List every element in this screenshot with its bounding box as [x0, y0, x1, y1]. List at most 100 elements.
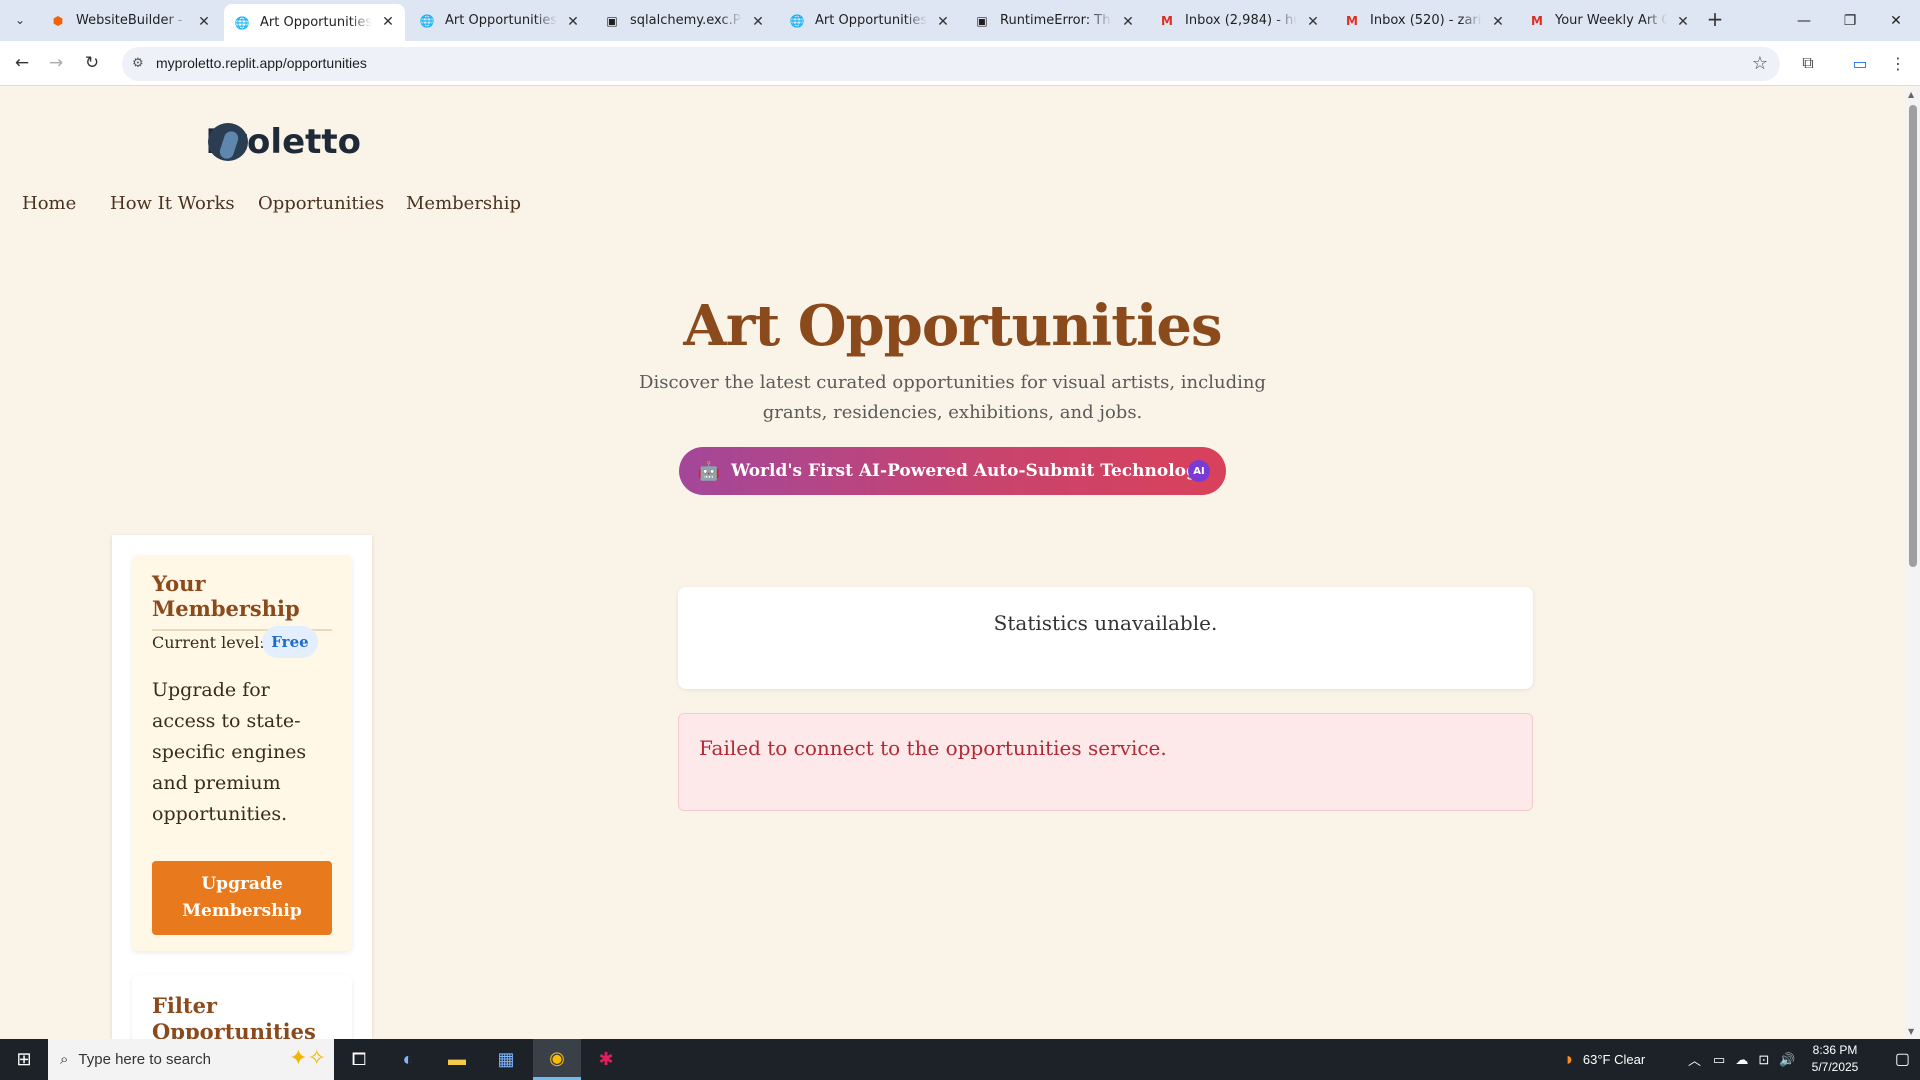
windows-taskbar: ⊞ ⌕ Type here to search ✦✧ ⧠ ◐ ▬ ▦ ◉ ✱ ◗… [0, 1039, 1920, 1080]
nav-opportunities[interactable]: Opportunities [258, 193, 384, 214]
notification-icon[interactable]: ▢ [1895, 1049, 1910, 1069]
chrome-icon[interactable]: ◉ [533, 1039, 581, 1080]
menu-kebab-icon[interactable]: ⋮ [1886, 51, 1910, 75]
current-level-label: Current level: [152, 633, 265, 652]
close-tab-icon[interactable]: ✕ [379, 13, 397, 31]
site-info-icon[interactable]: ⚙ [132, 56, 148, 72]
browser-tab[interactable]: M Inbox (2,984) - huztle ✕ [1149, 4, 1330, 37]
web-page: Proletto Home How It Works Opportunities… [0, 87, 1905, 1039]
store-icon[interactable]: ▦ [482, 1039, 530, 1080]
copilot-icon[interactable]: ◐ [384, 1039, 432, 1080]
close-tab-icon[interactable]: ✕ [749, 13, 767, 31]
tab-title: WebsiteBuilder - Replit [76, 13, 188, 28]
statistics-card: Statistics unavailable. [678, 587, 1533, 689]
bookmark-star-icon[interactable]: ☆ [1752, 53, 1768, 74]
clock-date: 5/7/2025 [1811, 1060, 1859, 1074]
browser-tab[interactable]: M Inbox (520) - zarifbra ✕ [1334, 4, 1515, 37]
globe-icon: 🌐 [789, 13, 805, 28]
nav-home[interactable]: Home [22, 193, 76, 214]
file-explorer-icon[interactable]: ▬ [433, 1039, 481, 1080]
browser-tab[interactable]: ⬢ WebsiteBuilder - Replit ✕ [40, 4, 221, 37]
volume-icon[interactable]: 🔊 [1779, 1052, 1795, 1068]
gmail-icon: M [1531, 13, 1543, 28]
nav-how-it-works[interactable]: How It Works [110, 193, 235, 214]
tab-title: Your Weekly Art Opportunities [1555, 13, 1667, 28]
clock[interactable]: 8:36 PM 5/7/2025 [1800, 1042, 1870, 1076]
ai-banner-text: World's First AI-Powered Auto-Submit Tec… [731, 461, 1208, 481]
robot-icon: 🤖 [697, 460, 721, 482]
windows-start-icon[interactable]: ⊞ [0, 1039, 48, 1080]
close-tab-icon[interactable]: ✕ [1674, 13, 1692, 31]
restore-icon[interactable]: ❐ [1827, 0, 1873, 41]
membership-title: Your Membership [152, 571, 332, 631]
scroll-up-arrow-icon[interactable]: ▲ [1908, 90, 1914, 99]
profile-icon[interactable]: ▭ [1848, 51, 1872, 75]
globe-icon: 🌐 [234, 15, 250, 30]
tab-title: Art Opportunities - Proletto [260, 15, 372, 30]
url-text[interactable]: myproletto.replit.app/opportunities [156, 55, 367, 71]
browser-tab[interactable]: M Your Weekly Art Opportunities ✕ [1519, 4, 1700, 37]
terminal-icon: ▣ [976, 13, 988, 28]
minimize-icon[interactable]: — [1781, 0, 1827, 41]
close-tab-icon[interactable]: ✕ [1119, 13, 1137, 31]
meet-now-icon[interactable]: ▭ [1713, 1052, 1725, 1068]
onedrive-icon[interactable]: ☁ [1735, 1052, 1748, 1068]
site-logo[interactable]: Proletto [206, 121, 361, 163]
close-tab-icon[interactable]: ✕ [195, 13, 213, 31]
ai-badge: AI [1188, 460, 1210, 482]
tab-search-chevron-icon[interactable]: ⌄ [8, 8, 32, 32]
search-placeholder: Type here to search [78, 1051, 211, 1068]
browser-tab-strip: ⌄ ⬢ WebsiteBuilder - Replit ✕ 🌐 Art Oppo… [0, 0, 1920, 41]
filter-title: Filter Opportunities [152, 993, 316, 1039]
tab-title: RuntimeError: The current [1000, 13, 1112, 28]
proletto-logo-icon [206, 121, 248, 163]
weather-widget[interactable]: ◗ 63°F Clear [1564, 1039, 1645, 1080]
taskbar-search-box[interactable]: ⌕ Type here to search ✦✧ [48, 1039, 334, 1080]
scroll-down-arrow-icon[interactable]: ▼ [1908, 1027, 1914, 1036]
nav-membership[interactable]: Membership [406, 193, 521, 214]
scrollbar-thumb[interactable] [1909, 105, 1917, 567]
weather-icon: ◗ [1564, 1049, 1575, 1069]
error-message: Failed to connect to the opportunities s… [699, 736, 1167, 760]
new-tab-plus-icon[interactable]: + [1703, 8, 1727, 32]
task-view-icon[interactable]: ⧠ [335, 1039, 383, 1080]
close-tab-icon[interactable]: ✕ [564, 13, 582, 31]
tab-title: Inbox (2,984) - huztle [1185, 13, 1297, 28]
browser-tab[interactable]: ▣ sqlalchemy.exc.ProgrammingError ✕ [594, 4, 775, 37]
browser-tab[interactable]: 🌐 Art Opportunities - Proletto ✕ [409, 4, 590, 37]
terminal-icon: ▣ [606, 13, 618, 28]
tab-title: Art Opportunities - Proletto [445, 13, 557, 28]
address-toolbar: ← → ↻ ⚙ myproletto.replit.app/opportunit… [0, 41, 1920, 86]
close-tab-icon[interactable]: ✕ [934, 13, 952, 31]
extensions-puzzle-icon[interactable]: ⧉ [1796, 51, 1820, 75]
system-tray: ︿ ▭ ☁ ⊡ 🔊 [1688, 1039, 1795, 1080]
ai-auto-submit-banner[interactable]: 🤖 World's First AI-Powered Auto-Submit T… [679, 447, 1226, 495]
slack-icon[interactable]: ✱ [582, 1039, 630, 1080]
membership-level-badge: Free [262, 626, 318, 658]
sparkle-icon: ✦✧ [289, 1045, 326, 1070]
search-icon: ⌕ [60, 1051, 69, 1068]
clock-time: 8:36 PM [1812, 1043, 1858, 1057]
statistics-message: Statistics unavailable. [993, 611, 1218, 635]
page-subtitle: Discover the latest curated opportunitie… [639, 372, 1266, 423]
url-bar[interactable]: ⚙ myproletto.replit.app/opportunities ☆ [122, 47, 1780, 81]
sidebar: Your Membership Current level: Free Upgr… [112, 535, 372, 1039]
close-tab-icon[interactable]: ✕ [1304, 13, 1322, 31]
page-title: Art Opportunities [683, 293, 1222, 359]
page-scrollbar[interactable]: ▲ ▼ [1905, 87, 1920, 1039]
network-icon[interactable]: ⊡ [1758, 1052, 1769, 1068]
browser-tab[interactable]: ▣ RuntimeError: The current ✕ [964, 4, 1145, 37]
browser-tab-active[interactable]: 🌐 Art Opportunities - Proletto ✕ [224, 4, 405, 41]
close-tab-icon[interactable]: ✕ [1489, 13, 1507, 31]
reload-icon[interactable]: ↻ [78, 49, 106, 77]
forward-arrow-icon[interactable]: → [42, 49, 70, 77]
tab-title: sqlalchemy.exc.ProgrammingError [630, 13, 742, 28]
tray-chevron-icon[interactable]: ︿ [1688, 1050, 1701, 1069]
close-window-icon[interactable]: ✕ [1873, 0, 1919, 41]
tab-title: Art Opportunities - Proletto [815, 13, 927, 28]
upgrade-membership-button[interactable]: Upgrade Membership [152, 861, 332, 935]
filter-card: Filter Opportunities [132, 975, 352, 1039]
browser-tab[interactable]: 🌐 Art Opportunities - Proletto ✕ [779, 4, 960, 37]
back-arrow-icon[interactable]: ← [8, 49, 36, 77]
replit-icon: ⬢ [52, 13, 64, 28]
